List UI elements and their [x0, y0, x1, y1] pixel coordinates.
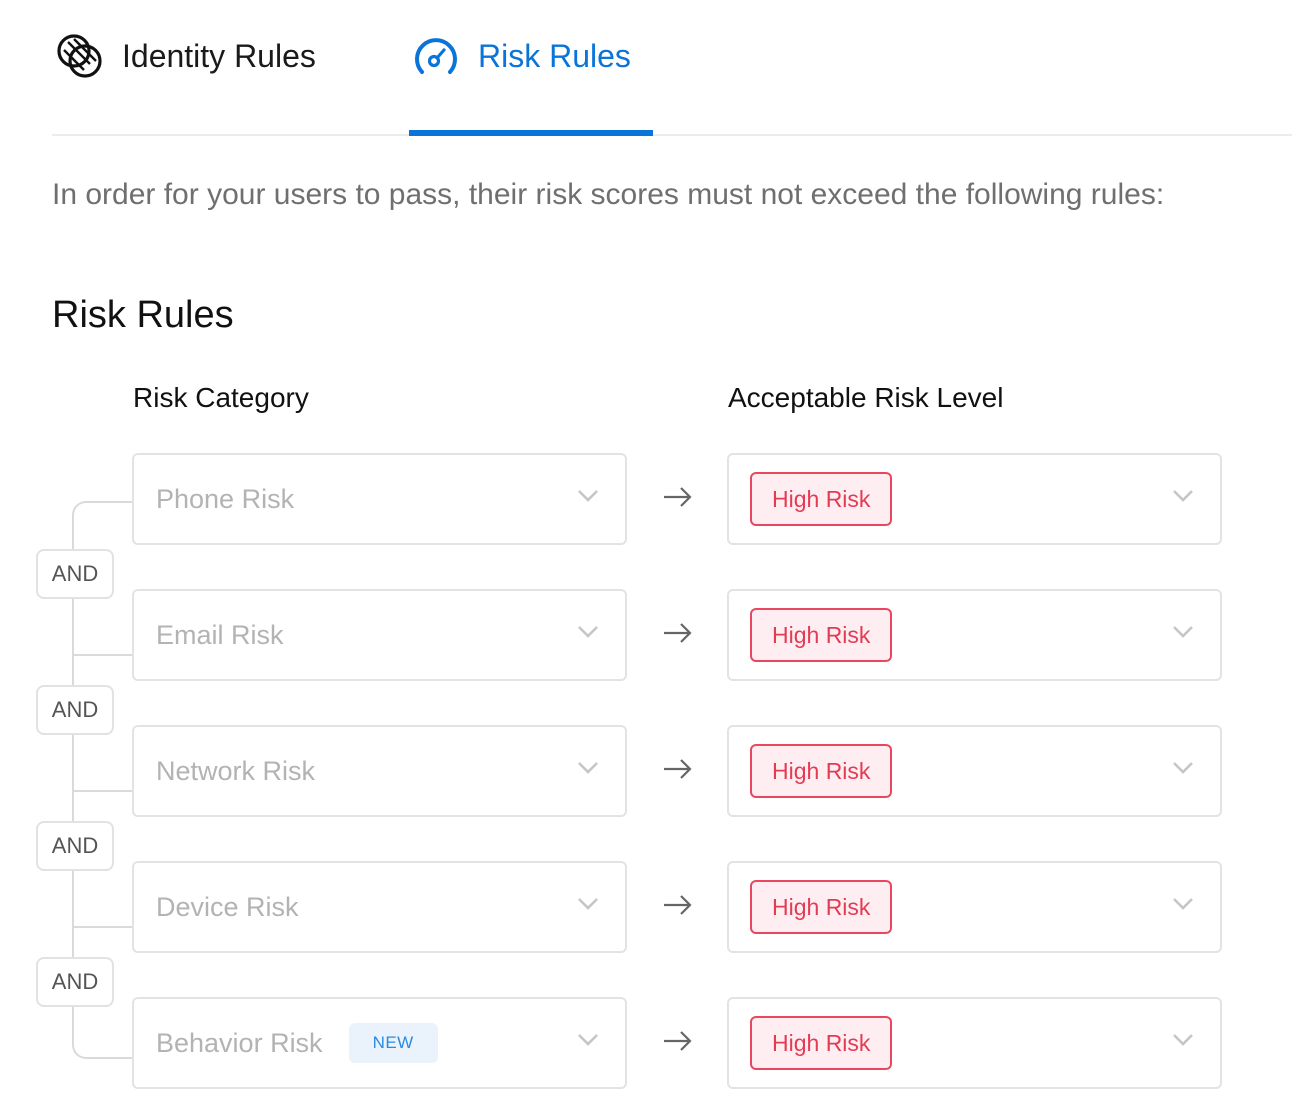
rule-row: Behavior Risk NEW High Risk [0, 997, 1300, 1093]
chevron-down-icon [578, 1034, 598, 1046]
risk-category-value: Behavior Risk [156, 1027, 323, 1058]
risk-level-pill: High Risk [750, 472, 893, 526]
tab-risk-rules-label: Risk Rules [478, 37, 631, 74]
chevron-down-icon [578, 898, 598, 910]
risk-category-value: Device Risk [156, 891, 299, 922]
section-title: Risk Rules [52, 294, 234, 336]
risk-category-select[interactable]: Device Risk [132, 861, 627, 953]
rules-description: In order for your users to pass, their r… [52, 178, 1165, 211]
rule-row: Email Risk High Risk [0, 589, 1300, 685]
risk-category-value: Email Risk [156, 619, 284, 650]
chevron-down-icon [1173, 898, 1193, 910]
column-header-category: Risk Category [133, 382, 309, 413]
column-header-level: Acceptable Risk Level [728, 382, 1004, 413]
arrow-right-icon [664, 623, 692, 643]
rule-row: Device Risk High Risk [0, 861, 1300, 957]
tab-risk-rules[interactable]: Risk Rules [410, 28, 631, 84]
risk-category-value: Network Risk [156, 755, 316, 786]
risk-level-pill: High Risk [750, 1016, 893, 1070]
risk-level-select[interactable]: High Risk [727, 861, 1222, 953]
chevron-down-icon [1173, 626, 1193, 638]
risk-level-pill: High Risk [750, 744, 893, 798]
chevron-down-icon [578, 626, 598, 638]
circles-icon [54, 30, 106, 82]
tab-identity-rules[interactable]: Identity Rules [54, 28, 316, 84]
risk-category-select[interactable]: Phone Risk [132, 453, 627, 545]
risk-level-pill: High Risk [750, 608, 893, 662]
risk-category-select[interactable]: Network Risk [132, 725, 627, 817]
active-tab-indicator [409, 130, 653, 136]
chevron-down-icon [578, 490, 598, 502]
gauge-icon [410, 30, 462, 82]
rule-row: Network Risk High Risk [0, 725, 1300, 821]
chevron-down-icon [1173, 1034, 1193, 1046]
chevron-down-icon [578, 762, 598, 774]
risk-level-pill: High Risk [750, 880, 893, 934]
risk-category-select[interactable]: Behavior Risk NEW [132, 997, 627, 1089]
rule-row: Phone Risk High Risk [0, 453, 1300, 549]
risk-category-select[interactable]: Email Risk [132, 589, 627, 681]
risk-level-select[interactable]: High Risk [727, 589, 1222, 681]
tab-identity-rules-label: Identity Rules [122, 37, 316, 74]
arrow-right-icon [664, 895, 692, 915]
new-badge: NEW [348, 1023, 438, 1063]
risk-level-select[interactable]: High Risk [727, 453, 1222, 545]
chevron-down-icon [1173, 762, 1193, 774]
arrow-right-icon [664, 759, 692, 779]
rules-tabs: Identity Rules Risk Rules [52, 0, 1292, 136]
risk-category-value: Phone Risk [156, 483, 295, 514]
arrow-right-icon [664, 487, 692, 507]
risk-level-select[interactable]: High Risk [727, 997, 1222, 1089]
risk-level-select[interactable]: High Risk [727, 725, 1222, 817]
arrow-right-icon [664, 1031, 692, 1051]
chevron-down-icon [1173, 490, 1193, 502]
